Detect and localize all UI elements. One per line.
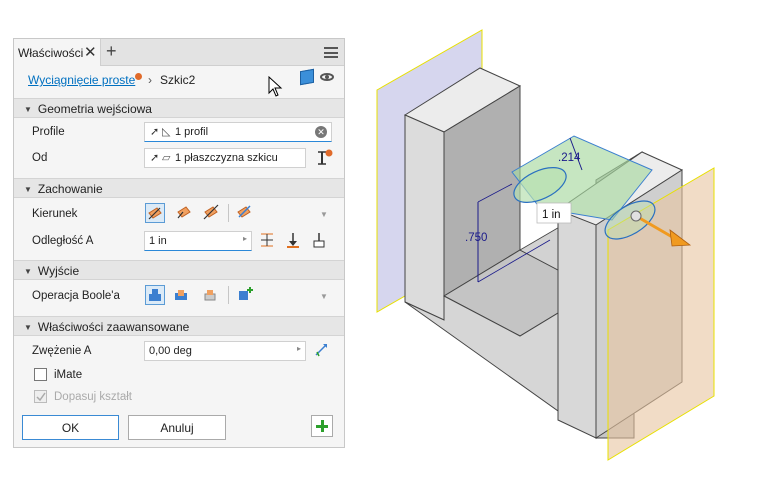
extent-between-button[interactable] bbox=[258, 231, 278, 251]
taper-value: 0,00 deg bbox=[149, 345, 192, 357]
apply-and-new-icon[interactable] bbox=[311, 415, 333, 437]
dimension-small[interactable]: .214 bbox=[558, 152, 581, 164]
collapse-triangle-icon: ▼ bbox=[24, 267, 32, 276]
divider bbox=[228, 204, 229, 222]
select-arrow-icon: ➚ bbox=[150, 126, 160, 138]
section-advanced[interactable]: ▼ Właściwości zaawansowane bbox=[14, 316, 344, 336]
section-behavior[interactable]: ▼ Zachowanie bbox=[14, 178, 344, 198]
breadcrumb-feature[interactable]: Wyciągnięcie proste bbox=[28, 73, 135, 87]
error-dot-icon bbox=[135, 73, 142, 80]
left-arm-front bbox=[404, 114, 445, 321]
section-title: Zachowanie bbox=[37, 182, 103, 196]
visibility-eye-icon[interactable] bbox=[320, 73, 334, 81]
tab-properties[interactable]: Właściwości ✕ bbox=[14, 39, 101, 66]
tab-title: Właściwości bbox=[18, 46, 84, 60]
profile-label: Profile bbox=[32, 126, 65, 138]
direction-flipped-button[interactable] bbox=[175, 203, 195, 223]
distance-input[interactable]: 1 in ▸ bbox=[144, 231, 252, 251]
model-viewport[interactable]: .750 .214 1 in bbox=[360, 20, 780, 480]
direction-default-button[interactable] bbox=[145, 203, 165, 223]
tab-bar: Właściwości ✕ + bbox=[14, 39, 344, 66]
flyout-arrow-icon[interactable]: ▸ bbox=[297, 344, 301, 353]
cancel-button[interactable]: Anuluj bbox=[128, 415, 226, 440]
section-title: Wyjście bbox=[37, 264, 80, 278]
from-selector[interactable]: ➚ ▱ 1 płaszczyzna szkicu bbox=[144, 148, 306, 168]
dimension-vertical[interactable]: .750 bbox=[465, 232, 487, 244]
clear-icon[interactable]: ✕ bbox=[315, 126, 327, 138]
distance-label: Odległość A bbox=[32, 235, 94, 247]
section-title: Geometria wejściowa bbox=[37, 102, 152, 116]
section-output[interactable]: ▼ Wyjście bbox=[14, 260, 344, 280]
taper-input[interactable]: 0,00 deg ▸ bbox=[144, 341, 306, 361]
boolean-join-button[interactable] bbox=[145, 285, 165, 305]
profile-shape-icon: ◺ bbox=[162, 126, 171, 138]
boolean-cut-button[interactable] bbox=[172, 285, 192, 305]
flyout-arrow-icon[interactable]: ▸ bbox=[243, 234, 247, 243]
taper-flip-icon[interactable] bbox=[312, 341, 332, 361]
section-title: Właściwości zaawansowane bbox=[37, 320, 190, 334]
divider bbox=[228, 286, 229, 304]
profile-value: 1 profil bbox=[175, 126, 209, 138]
menu-icon[interactable] bbox=[324, 47, 338, 58]
chevron-down-icon[interactable]: ▼ bbox=[320, 210, 328, 219]
select-arrow-icon: ➚ bbox=[150, 152, 160, 164]
ok-button[interactable]: OK bbox=[22, 415, 119, 440]
imate-checkbox[interactable] bbox=[34, 368, 47, 381]
manipulator-sphere-icon[interactable] bbox=[630, 210, 642, 222]
collapse-triangle-icon: ▼ bbox=[24, 323, 32, 332]
direction-symmetric-button[interactable] bbox=[202, 203, 222, 223]
collapse-triangle-icon: ▼ bbox=[24, 185, 32, 194]
imate-label: iMate bbox=[54, 369, 83, 381]
properties-panel: Właściwości ✕ + Wyciągnięcie proste › Sz… bbox=[13, 38, 345, 448]
breadcrumb-separator: › bbox=[148, 73, 152, 87]
boolean-intersect-button[interactable] bbox=[201, 285, 221, 305]
profile-selector[interactable]: ➚ ◺ 1 profil ✕ bbox=[144, 122, 332, 142]
distance-edit-value[interactable]: 1 in bbox=[542, 209, 561, 221]
offset-options-icon[interactable] bbox=[316, 148, 334, 168]
section-input-geometry[interactable]: ▼ Geometria wejściowa bbox=[14, 98, 344, 118]
chevron-down-icon[interactable]: ▼ bbox=[320, 292, 328, 301]
right-arm-front bbox=[557, 205, 597, 439]
from-label: Od bbox=[32, 152, 48, 164]
boolean-label: Operacja Boole'a bbox=[32, 290, 120, 302]
collapse-triangle-icon: ▼ bbox=[24, 105, 32, 114]
add-tab-icon[interactable]: + bbox=[106, 41, 117, 62]
from-value: 1 płaszczyzna szkicu bbox=[175, 152, 278, 164]
new-solid-button[interactable] bbox=[236, 285, 256, 305]
extent-to-button[interactable] bbox=[284, 231, 304, 251]
match-shape-label: Dopasuj kształt bbox=[54, 391, 132, 403]
direction-asymmetric-button[interactable] bbox=[235, 203, 255, 223]
plane-icon: ▱ bbox=[162, 152, 171, 164]
mouse-cursor-icon bbox=[268, 76, 283, 97]
breadcrumb-sketch[interactable]: Szkic2 bbox=[160, 73, 195, 87]
distance-value: 1 in bbox=[149, 235, 167, 247]
solid-cube-icon[interactable] bbox=[300, 68, 314, 86]
close-icon[interactable]: ✕ bbox=[84, 43, 97, 61]
extent-through-all-button[interactable] bbox=[310, 231, 330, 251]
taper-label: Zwężenie A bbox=[32, 345, 92, 357]
match-shape-checkbox bbox=[34, 390, 47, 403]
direction-label: Kierunek bbox=[32, 208, 78, 220]
